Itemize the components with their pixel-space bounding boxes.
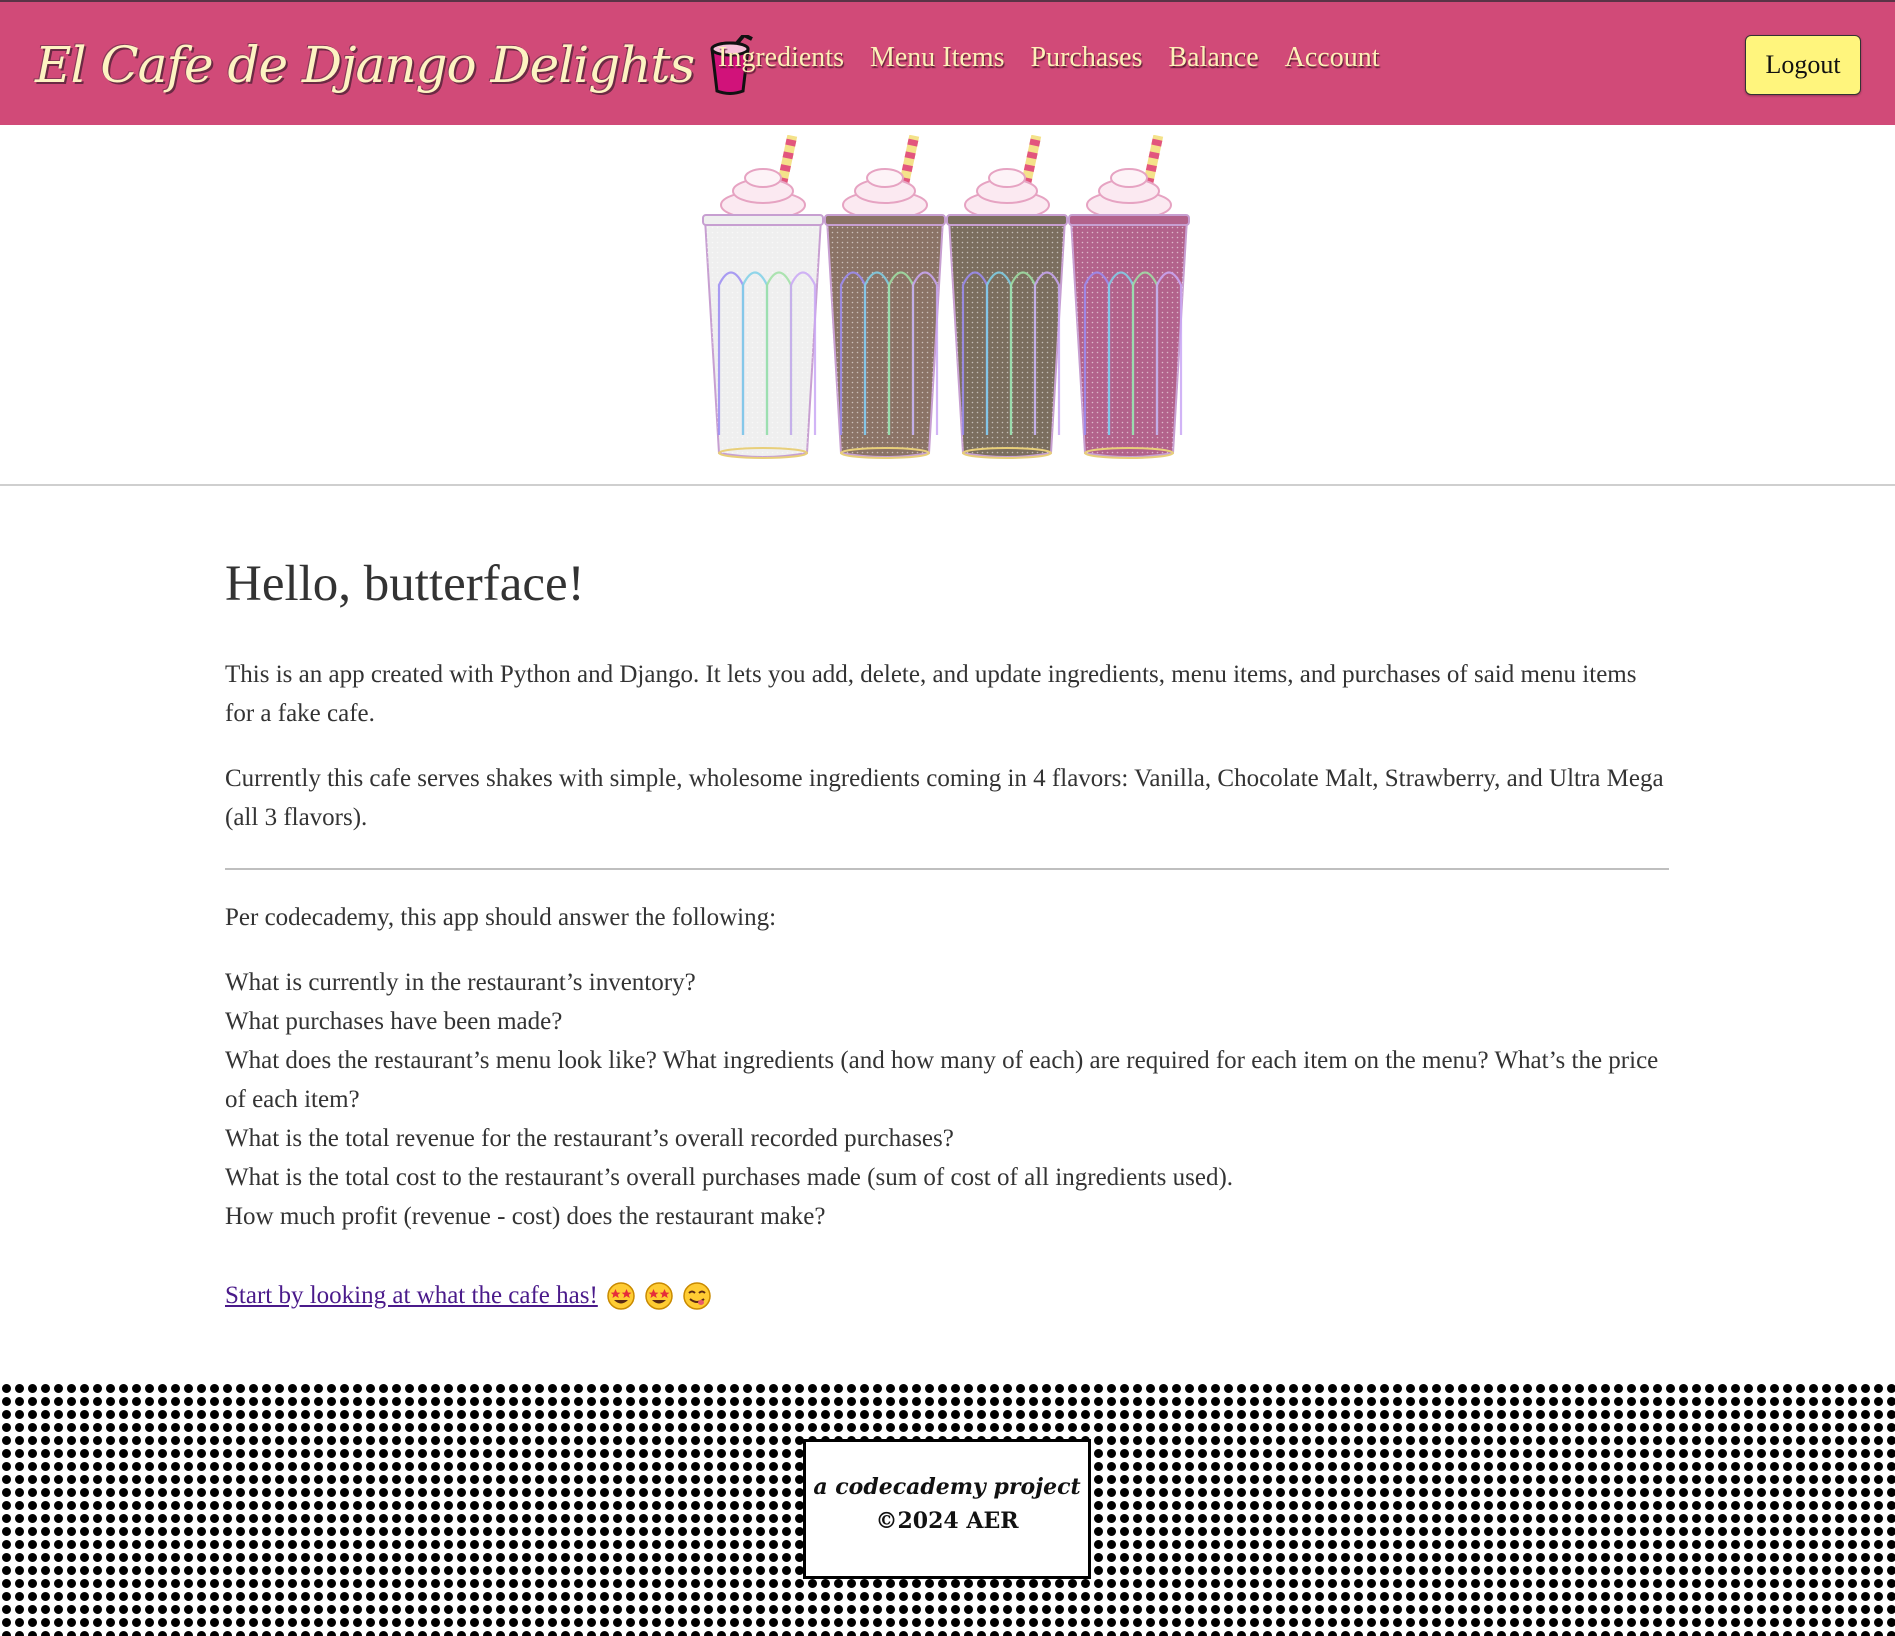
hero-banner <box>0 125 1895 486</box>
yum-emoji-icon <box>682 1281 712 1311</box>
section-divider <box>225 868 1669 871</box>
intro-paragraph: This is an app created with Python and D… <box>225 661 1637 728</box>
main-content: Hello, butterface! This is an app create… <box>225 486 1669 1315</box>
nav-link-ingredients[interactable]: Ingredients <box>718 42 844 74</box>
question-item: What purchases have been made? <box>225 1008 563 1036</box>
question-item: What is the total revenue for the restau… <box>225 1125 954 1153</box>
questions-list: What is currently in the restaurant’s in… <box>225 963 1669 1236</box>
milkshake-glass <box>946 135 1068 459</box>
star-struck-emoji-icon <box>606 1281 636 1311</box>
question-item: What does the restaurant’s menu look lik… <box>225 1047 1659 1114</box>
star-struck-emoji-icon <box>644 1281 674 1311</box>
nav-link-menu-items[interactable]: Menu Items <box>870 42 1005 74</box>
requirements-intro: Per codecademy, this app should answer t… <box>225 904 777 932</box>
main-nav: Ingredients Menu Items Purchases Balance… <box>718 42 1380 74</box>
footer: a codecademy project ©2024 AER <box>0 1382 1895 1636</box>
brand[interactable]: El Cafe de Django Delights <box>35 30 754 100</box>
footer-credits: a codecademy project ©2024 AER <box>803 1439 1091 1579</box>
page-title: Hello, butterface! <box>225 556 585 612</box>
nav-link-balance[interactable]: Balance <box>1168 42 1258 74</box>
milkshake-glass <box>1068 135 1190 459</box>
cta-row: Start by looking at what the cafe has! <box>225 1276 1669 1315</box>
footer-credit-line: a codecademy project <box>813 1474 1081 1500</box>
question-item: How much profit (revenue - cost) does th… <box>225 1203 826 1231</box>
milkshakes-illustration <box>702 135 1190 459</box>
nav-link-account[interactable]: Account <box>1285 42 1380 74</box>
question-item: What is currently in the restaurant’s in… <box>225 969 696 997</box>
top-navbar: El Cafe de Django Delights Ingredients M… <box>0 0 1895 125</box>
footer-copyright: ©2024 AER <box>875 1508 1019 1534</box>
logout-button[interactable]: Logout <box>1745 35 1861 95</box>
milkshake-glass <box>824 135 946 459</box>
question-item: What is the total cost to the restaurant… <box>225 1164 1234 1192</box>
brand-title[interactable]: El Cafe de Django Delights <box>35 36 695 94</box>
nav-link-purchases[interactable]: Purchases <box>1031 42 1143 74</box>
flavors-paragraph: Currently this cafe serves shakes with s… <box>225 765 1664 832</box>
cta-link-ingredients[interactable]: Start by looking at what the cafe has! <box>225 1276 598 1315</box>
milkshake-glass <box>702 135 824 459</box>
